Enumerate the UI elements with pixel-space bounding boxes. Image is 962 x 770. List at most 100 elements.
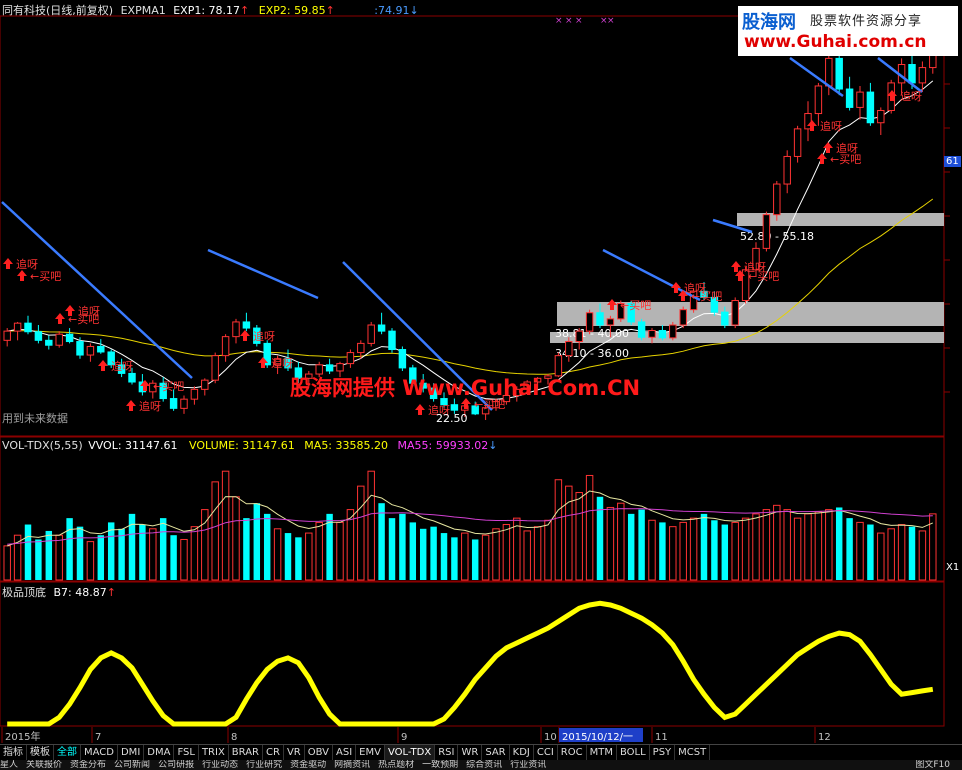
news-link-12[interactable]: 行业资讯 — [510, 760, 546, 770]
tab-3[interactable]: MACD — [81, 745, 118, 760]
volume-bar — [357, 485, 365, 581]
news-link-4[interactable]: 公司研报 — [158, 760, 194, 770]
volume-value: VOLUME: 31147.61 — [189, 439, 295, 452]
volume-bar — [856, 521, 864, 581]
tab-0[interactable]: 指标 — [0, 745, 27, 760]
candle-body — [367, 324, 375, 344]
news-link-2[interactable]: 资金分布 — [70, 760, 106, 770]
candle-body — [34, 331, 43, 341]
future-data-note: 用到未来数据 — [2, 412, 68, 425]
exp1-value: EXP1: 78.17 — [173, 4, 241, 17]
volume-bar — [565, 485, 573, 581]
volume-bar — [253, 503, 261, 580]
signal-label: ←买吧 — [691, 290, 722, 303]
volume-bar — [700, 513, 708, 580]
indicator-title[interactable]: 极品顶底 — [2, 586, 46, 599]
signal-label: 追呀 — [16, 257, 38, 271]
volume-bar — [502, 524, 511, 581]
volume-bar — [118, 528, 125, 580]
tab-8[interactable]: BRAR — [229, 745, 263, 760]
signal-label: 追呀 — [820, 119, 842, 133]
volume-bar — [814, 511, 823, 581]
tab-14[interactable]: VOL-TDX — [384, 745, 436, 760]
tab-13[interactable]: EMV — [356, 745, 385, 760]
date-label: 11 — [655, 732, 668, 743]
candle-body — [575, 330, 583, 343]
candle-body — [190, 388, 199, 400]
candle-body — [169, 398, 178, 409]
news-link-7[interactable]: 资金驱动 — [290, 760, 326, 770]
volume-bar — [523, 530, 531, 581]
candle-body — [211, 355, 219, 381]
news-link-8[interactable]: 网摘资讯 — [334, 760, 370, 770]
volume-title[interactable]: VOL-TDX(5,55) — [2, 439, 83, 452]
support-zone — [557, 302, 944, 326]
tab-17[interactable]: SAR — [482, 745, 510, 760]
volume-axis-label: X1 — [946, 562, 960, 573]
candle-body — [346, 352, 355, 365]
volume-bar — [711, 520, 718, 580]
candle-body — [762, 214, 771, 249]
candle-body — [242, 321, 251, 329]
volume-bar — [97, 535, 105, 580]
candle-body — [908, 64, 916, 84]
signal-label: ←买吧 — [68, 313, 99, 326]
volume-bar — [575, 492, 583, 581]
news-link-6[interactable]: 行业研究 — [246, 760, 282, 770]
candle-body — [637, 321, 646, 338]
volume-bar — [326, 513, 333, 580]
volume-bar — [721, 524, 729, 580]
tab-22[interactable]: BOLL — [617, 745, 650, 760]
volume-bar — [533, 526, 542, 581]
signal-x-mark: × — [555, 16, 563, 26]
tab-19[interactable]: CCI — [534, 745, 558, 760]
tab-10[interactable]: VR — [284, 745, 305, 760]
tab-15[interactable]: RSI — [435, 745, 459, 760]
news-link-1[interactable]: 关联报价 — [26, 760, 62, 770]
tab-12[interactable]: ASI — [333, 745, 357, 760]
vvol-value: VVOL: 31147.61 — [88, 439, 178, 452]
tab-2[interactable]: 全部 — [54, 745, 81, 760]
volume-bar — [867, 524, 874, 580]
tab-7[interactable]: TRIX — [199, 745, 229, 760]
volume-bar — [430, 526, 437, 580]
candle-body — [596, 312, 604, 326]
signal-label: 追呀 — [139, 399, 161, 413]
indicator-name[interactable]: EXPMA1 — [121, 4, 166, 17]
tab-23[interactable]: PSY — [650, 745, 676, 760]
tab-24[interactable]: MCST — [675, 745, 711, 760]
volume-bar — [783, 509, 791, 581]
news-link-11[interactable]: 综合资讯 — [466, 760, 502, 770]
tab-4[interactable]: DMI — [118, 745, 145, 760]
news-link-0[interactable]: 星人 — [0, 760, 18, 770]
f10-link[interactable]: 图文F10 — [915, 760, 950, 770]
volume-bar — [638, 509, 645, 580]
signal-label: ←买吧 — [30, 270, 61, 283]
tab-11[interactable]: OBV — [305, 745, 333, 760]
tab-9[interactable]: CR — [263, 745, 284, 760]
candle-body — [24, 322, 32, 333]
stock-title[interactable]: 同有科技(日线,前复权) — [2, 4, 113, 17]
chase-arrow-icon — [98, 360, 108, 371]
volume-header: VOL-TDX(5,55) VVOL: 31147.61 VOLUME: 311… — [2, 439, 497, 452]
tab-6[interactable]: FSL — [174, 745, 199, 760]
news-link-10[interactable]: 一致预期 — [422, 760, 458, 770]
tab-20[interactable]: ROC — [558, 745, 587, 760]
tab-5[interactable]: DMA — [144, 745, 175, 760]
news-link-3[interactable]: 公司新闻 — [114, 760, 150, 770]
tab-1[interactable]: 模板 — [27, 745, 54, 760]
chart-header: 同有科技(日线,前复权) EXPMA1 EXP1: 78.17↑ EXP2: 5… — [2, 2, 419, 18]
b7-arrow-icon: ↑ — [106, 586, 116, 599]
tab-18[interactable]: KDJ — [510, 745, 534, 760]
candle-body — [773, 183, 781, 216]
candle-body — [866, 91, 875, 124]
news-link-5[interactable]: 行业动态 — [202, 760, 238, 770]
tab-16[interactable]: WR — [458, 745, 483, 760]
volume-bar — [284, 533, 292, 580]
volume-bar — [66, 518, 73, 580]
tab-21[interactable]: MTM — [587, 745, 617, 760]
volume-bar — [481, 534, 490, 581]
signal-label: ←买吧 — [620, 299, 651, 312]
trend-line — [1, 201, 193, 379]
news-link-9[interactable]: 热点题材 — [378, 760, 414, 770]
